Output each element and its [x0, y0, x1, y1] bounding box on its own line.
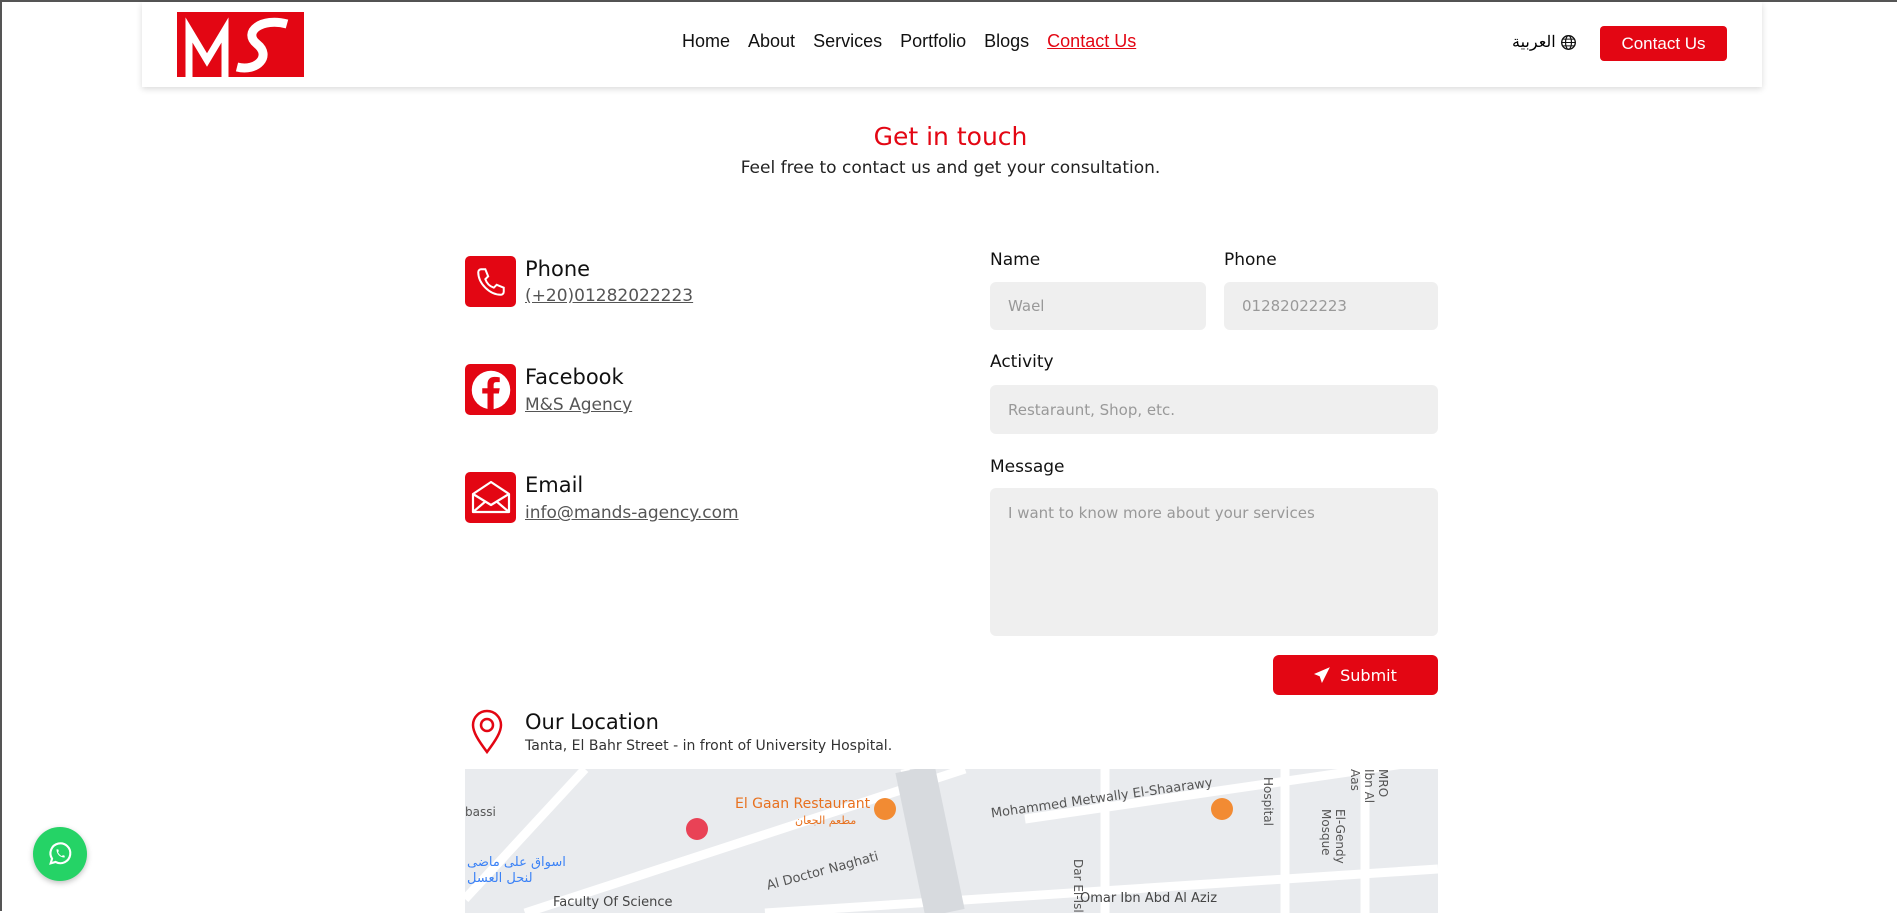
- email-title: Email: [525, 473, 584, 497]
- location-map[interactable]: bassi El Gaan Restaurant مطعم الجعان Moh…: [465, 769, 1438, 913]
- globe-icon: [1560, 34, 1576, 50]
- map-label: bassi: [465, 805, 496, 819]
- nav-about[interactable]: About: [748, 31, 795, 52]
- email-link[interactable]: info@mands-agency.com: [525, 503, 739, 523]
- phone-label: Phone: [1224, 250, 1277, 270]
- facebook-title: Facebook: [525, 365, 624, 389]
- whatsapp-icon: [49, 842, 72, 865]
- map-label: مطعم الجعان: [795, 814, 857, 827]
- facebook-link[interactable]: M&S Agency: [525, 395, 632, 415]
- map-roads: [465, 769, 1438, 913]
- map-label: لنحل العسل: [467, 871, 533, 886]
- header-contact-button[interactable]: Contact Us: [1600, 26, 1727, 61]
- activity-label: Activity: [990, 352, 1054, 372]
- map-label: Hospital: [1261, 777, 1275, 826]
- message-textarea[interactable]: I want to know more about your services: [990, 488, 1438, 636]
- nav-services[interactable]: Services: [813, 31, 882, 52]
- site-header: Home About Services Portfolio Blogs Cont…: [142, 2, 1762, 87]
- map-label: MRO Ibn Al Aas: [1348, 769, 1390, 804]
- send-icon: [1314, 667, 1330, 683]
- phone-icon: [465, 256, 516, 307]
- section-subtitle: Feel free to contact us and get your con…: [740, 158, 1161, 178]
- location-title: Our Location: [525, 710, 659, 734]
- map-label: El-Gendy Mosque: [1319, 809, 1347, 864]
- map-label: Omar Ibn Abd Al Aziz: [1080, 891, 1218, 906]
- message-label: Message: [990, 457, 1065, 477]
- map-label: Faculty Of Science: [553, 895, 673, 910]
- activity-input[interactable]: Restaraunt, Shop, etc.: [990, 385, 1438, 434]
- map-label: اسواق على ماضى: [467, 855, 566, 870]
- location-pin-icon: [471, 709, 503, 754]
- language-label: العربية: [1512, 34, 1556, 51]
- phone-link[interactable]: (+20)01282022223: [525, 286, 693, 306]
- submit-button[interactable]: Submit: [1273, 655, 1438, 695]
- nav-blogs[interactable]: Blogs: [984, 31, 1029, 52]
- map-label: El Gaan Restaurant: [735, 796, 871, 812]
- nav-portfolio[interactable]: Portfolio: [900, 31, 966, 52]
- whatsapp-button[interactable]: [33, 827, 87, 881]
- phone-input[interactable]: 01282022223: [1224, 282, 1438, 330]
- main-nav: Home About Services Portfolio Blogs Cont…: [682, 31, 1136, 52]
- nav-contact-us[interactable]: Contact Us: [1047, 31, 1136, 52]
- nav-home[interactable]: Home: [682, 31, 730, 52]
- submit-label: Submit: [1340, 665, 1397, 685]
- name-label: Name: [990, 250, 1041, 270]
- brand-logo[interactable]: [177, 12, 304, 77]
- name-input[interactable]: Wael: [990, 282, 1206, 330]
- language-switcher[interactable]: العربية: [1512, 32, 1577, 52]
- section-title: Get in touch: [873, 122, 1028, 151]
- facebook-icon: [465, 364, 516, 415]
- envelope-icon: [465, 472, 516, 523]
- phone-title: Phone: [525, 257, 591, 281]
- location-address: Tanta, El Bahr Street - in front of Univ…: [525, 738, 893, 754]
